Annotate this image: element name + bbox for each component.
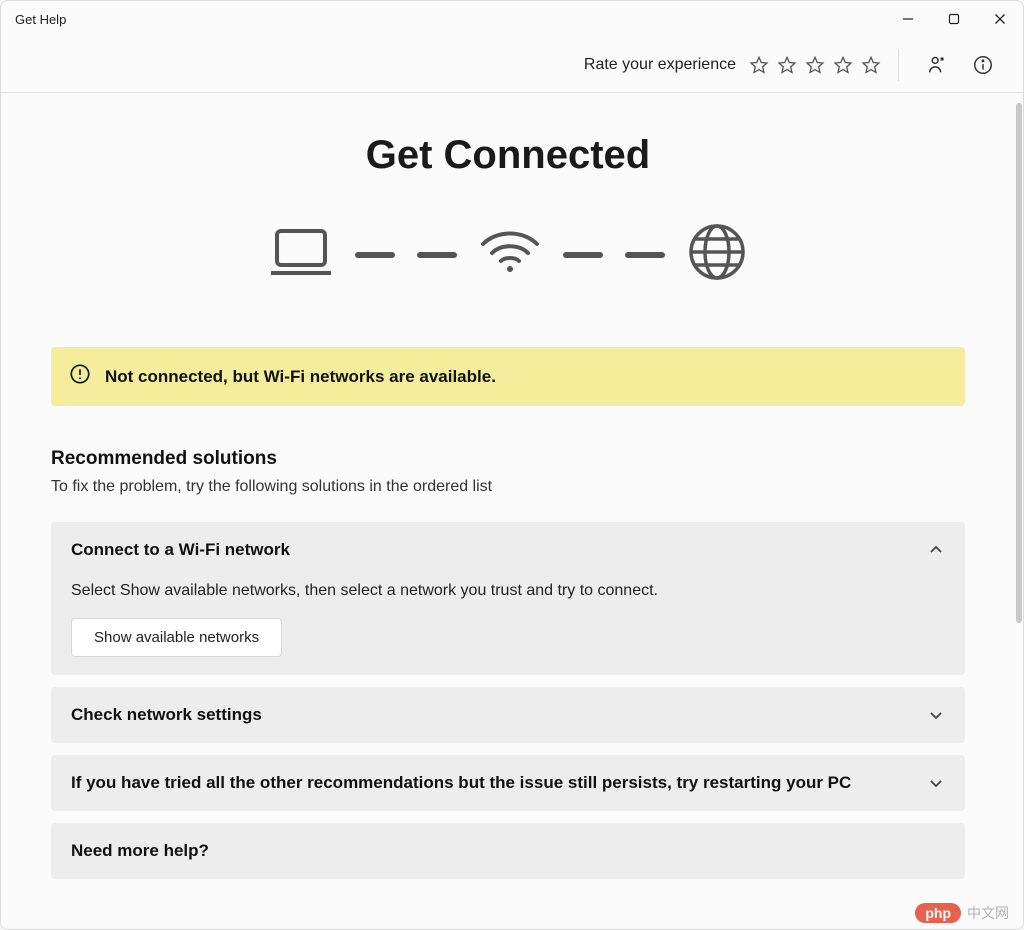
chevron-up-icon: [927, 541, 945, 559]
watermark-text: 中文网: [967, 903, 1009, 923]
card-title: Connect to a Wi-Fi network: [71, 540, 927, 560]
window-buttons: [885, 1, 1023, 37]
titlebar: Get Help: [1, 1, 1023, 37]
solution-card-wifi[interactable]: Connect to a Wi-Fi network Select Show a…: [51, 522, 965, 675]
info-icon[interactable]: [969, 51, 997, 79]
card-title: If you have tried all the other recommen…: [71, 773, 927, 793]
rating-star-2[interactable]: [776, 54, 798, 76]
show-networks-button[interactable]: Show available networks: [71, 618, 282, 657]
card-title: Need more help?: [71, 841, 945, 861]
connection-graphic: [51, 222, 965, 287]
dash-icon: [563, 252, 603, 258]
status-banner: Not connected, but Wi-Fi networks are av…: [51, 347, 965, 406]
rating-star-3[interactable]: [804, 54, 826, 76]
rating-star-5[interactable]: [860, 54, 882, 76]
minimize-button[interactable]: [885, 1, 931, 37]
chevron-down-icon: [927, 706, 945, 724]
rating-star-1[interactable]: [748, 54, 770, 76]
section-heading: Recommended solutions: [51, 448, 965, 470]
watermark: php 中文网: [915, 903, 1009, 923]
dash-icon: [417, 252, 457, 258]
scrollbar[interactable]: [1015, 93, 1023, 929]
solution-card-restart[interactable]: If you have tried all the other recommen…: [51, 755, 965, 811]
rating-label: Rate your experience: [584, 56, 736, 74]
app-window: Get Help Rate your experience: [0, 0, 1024, 930]
divider: [898, 49, 899, 81]
rating-star-4[interactable]: [832, 54, 854, 76]
chevron-down-icon: [927, 774, 945, 792]
support-agent-icon[interactable]: [923, 51, 951, 79]
scroll-thumb[interactable]: [1016, 103, 1022, 623]
warning-icon: [69, 363, 91, 390]
dash-icon: [355, 252, 395, 258]
card-description: Select Show available networks, then sel…: [71, 582, 945, 600]
main-content: Get Connected Not: [1, 93, 1015, 929]
close-button[interactable]: [977, 1, 1023, 37]
wifi-icon: [479, 228, 541, 281]
watermark-pill: php: [915, 903, 961, 923]
rating-bar: Rate your experience: [1, 37, 1023, 93]
page-title: Get Connected: [51, 133, 965, 178]
solution-card-settings[interactable]: Check network settings: [51, 687, 965, 743]
dash-icon: [625, 252, 665, 258]
globe-icon: [687, 222, 747, 287]
window-title: Get Help: [15, 12, 66, 27]
maximize-button[interactable]: [931, 1, 977, 37]
laptop-icon: [269, 227, 333, 282]
banner-text: Not connected, but Wi-Fi networks are av…: [105, 367, 496, 387]
card-title: Check network settings: [71, 705, 927, 725]
section-subheading: To fix the problem, try the following so…: [51, 478, 965, 496]
solution-card-more-help[interactable]: Need more help?: [51, 823, 965, 879]
